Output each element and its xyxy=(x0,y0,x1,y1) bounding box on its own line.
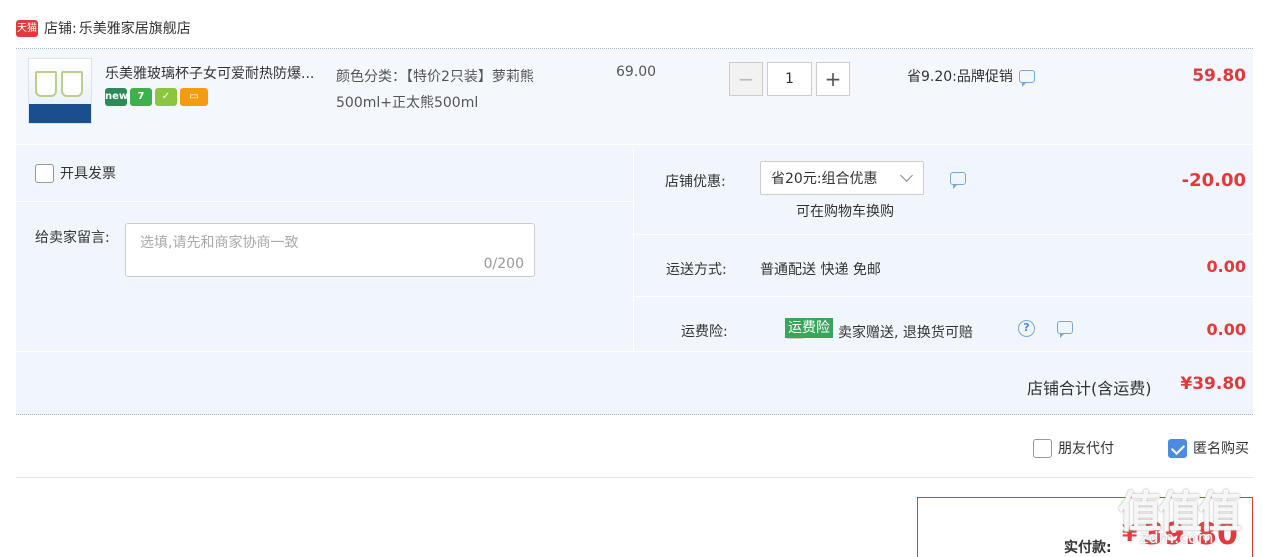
divider xyxy=(633,148,634,351)
sku-line: 500ml+正太熊500ml xyxy=(336,95,479,111)
discount-value: -20.00 xyxy=(1181,170,1246,191)
discount-selected-value: 省20元:组合优惠 xyxy=(771,171,878,187)
product-thumbnail[interactable] xyxy=(28,58,92,124)
credit-card-icon: ▭ xyxy=(180,88,208,106)
chevron-down-icon xyxy=(900,169,913,182)
tmall-badge-icon: 天猫 xyxy=(16,19,38,37)
friend-pay-option[interactable]: 朋友代付 xyxy=(1033,438,1114,458)
store-total-value: ¥39.80 xyxy=(1180,374,1246,394)
divider xyxy=(16,477,1253,478)
divider xyxy=(634,296,1253,297)
insurance-text: 卖家赠送, 退换货可赔 xyxy=(838,325,973,341)
discount-select[interactable]: 省20元:组合优惠 xyxy=(760,161,924,195)
discount-note: 可在购物车换购 xyxy=(796,204,894,220)
store-total-label: 店铺合计(含运费) xyxy=(1027,379,1152,398)
decrease-quantity-button[interactable]: − xyxy=(729,62,763,96)
promo-text: 省9.20:品牌促销 xyxy=(907,69,1013,85)
product-title-link[interactable]: 乐美雅玻璃杯子女可爱耐热防爆... xyxy=(105,63,330,83)
message-icon[interactable] xyxy=(950,171,966,189)
help-icon[interactable]: ? xyxy=(1018,320,1035,337)
store-name-link[interactable]: 乐美雅家居旗舰店 xyxy=(79,18,191,38)
increase-quantity-button[interactable]: + xyxy=(816,62,850,96)
insurance-badge: 运费险 xyxy=(785,318,833,338)
quantity-stepper: − + xyxy=(729,62,850,96)
cup-image xyxy=(61,71,83,97)
sku-info: 颜色分类：【特价2只装】萝莉熊 500ml+正太熊500ml xyxy=(336,64,606,116)
invoice-checkbox[interactable] xyxy=(35,163,54,183)
payment-label: 实付款: xyxy=(1064,540,1112,556)
friend-pay-label: 朋友代付 xyxy=(1058,441,1114,457)
shipping-label: 运送方式: xyxy=(666,262,727,278)
divider xyxy=(16,201,633,202)
invoice-label: 开具发票 xyxy=(60,166,116,182)
message-icon[interactable] xyxy=(1056,320,1073,338)
insurance-cost: 0.00 xyxy=(1206,320,1246,339)
shipping-method: 普通配送 快递 免邮 xyxy=(760,262,881,278)
memo-label: 给卖家留言: xyxy=(35,230,110,246)
anonymous-label: 匿名购买 xyxy=(1193,441,1249,457)
anonymous-buy-option[interactable]: 匿名购买 xyxy=(1168,438,1249,458)
friend-pay-checkbox[interactable] xyxy=(1033,438,1052,458)
store-header: 天猫 店铺: 乐美雅家居旗舰店 xyxy=(16,14,191,42)
invoice-option[interactable]: 开具发票 xyxy=(35,163,116,183)
unit-price: 69.00 xyxy=(616,64,657,80)
divider xyxy=(634,234,1253,235)
message-icon[interactable] xyxy=(1018,69,1035,87)
watermark-text: zdm.com xyxy=(1140,528,1214,547)
memo-placeholder: 选填,请先和商家协商一致 xyxy=(140,235,299,251)
promo-info: 省9.20:品牌促销 xyxy=(907,66,1035,87)
sku-line: 颜色分类：【特价2只装】萝莉熊 xyxy=(336,69,534,85)
anonymous-checkbox[interactable] xyxy=(1168,438,1187,458)
service-icons: new 7 ✓ ▭ xyxy=(105,88,208,106)
cup-image xyxy=(35,71,57,97)
item-subtotal: 59.80 xyxy=(1192,66,1246,86)
seven-day-return-icon: 7 xyxy=(130,88,152,106)
new-icon: new xyxy=(105,88,128,106)
shop-discount-label: 店铺优惠: xyxy=(665,174,726,190)
memo-char-count: 0/200 xyxy=(483,256,524,272)
insurance-label: 运费险: xyxy=(681,324,728,340)
quantity-input[interactable] xyxy=(767,62,812,96)
shipping-cost: 0.00 xyxy=(1206,257,1246,276)
guarantee-icon: ✓ xyxy=(155,88,177,106)
divider xyxy=(16,351,1253,352)
store-label: 店铺: xyxy=(44,21,77,37)
